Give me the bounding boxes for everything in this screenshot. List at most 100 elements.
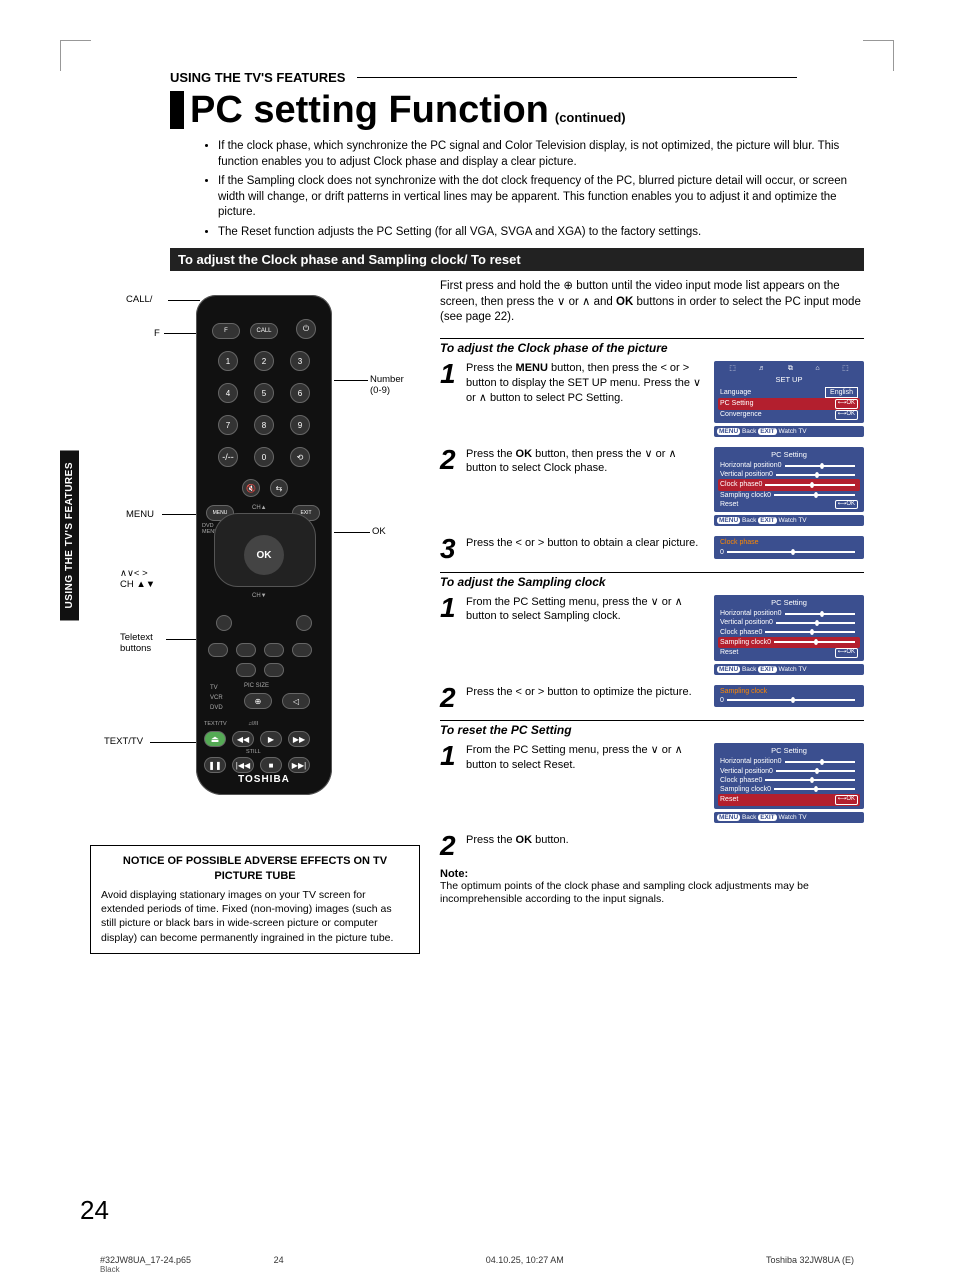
remote-brand: TOSHIBA xyxy=(196,774,332,785)
osd-pc-reset: PC Setting Horizontal position0 Vertical… xyxy=(714,743,864,823)
remote-key-2: 2 xyxy=(254,351,274,371)
osd-setup: ⬚♬⧉⌂⬚ SET UP LanguageEnglish PC Setting⟷… xyxy=(714,361,864,437)
remote-key-1: 1 xyxy=(218,351,238,371)
remote-cha-label: CH▲ xyxy=(252,505,267,512)
title-suffix: (continued) xyxy=(555,110,626,125)
osd-bar-sampling: Sampling clock 0 xyxy=(714,685,864,710)
remote-texttv-label: TEXT/TV xyxy=(204,721,227,727)
notice-heading: NOTICE OF POSSIBLE ADVERSE EFFECTS ON TV… xyxy=(101,854,409,884)
remote-tt-4 xyxy=(292,643,312,657)
bullet-item: If the Sampling clock does not synchroni… xyxy=(218,174,864,221)
step-number: 1 xyxy=(440,595,466,675)
remote-eject-button: ⏏ xyxy=(204,731,226,747)
step-number: 2 xyxy=(440,447,466,527)
remote-call-button: CALL xyxy=(250,323,278,339)
remote-rew-button: ◀◀ xyxy=(232,731,254,747)
subhead-clock-phase: To adjust the Clock phase of the picture xyxy=(440,338,864,355)
footer-black: Black xyxy=(100,1265,284,1274)
note-text: The optimum points of the clock phase an… xyxy=(440,880,864,907)
footer-file: #32JW8UA_17-24.p65 xyxy=(100,1255,191,1265)
remote-dvd-label: DVD xyxy=(210,705,223,712)
intro-bullets: If the clock phase, which synchronize th… xyxy=(178,139,864,240)
osd-pc-sampling: PC Setting Horizontal position0 Vertical… xyxy=(714,595,864,675)
step-text: Press the < or > button to optimize the … xyxy=(466,685,714,710)
remote-power-button: ⏻ xyxy=(296,319,316,339)
remote-next-button: ▶▶| xyxy=(288,757,310,773)
notice-box: NOTICE OF POSSIBLE ADVERSE EFFECTS ON TV… xyxy=(90,845,420,953)
remote-tv-label: TV xyxy=(210,685,218,692)
step-text: From the PC Setting menu, press the ∨ or… xyxy=(466,595,714,675)
footer-date: 04.10.25, 10:27 AM xyxy=(486,1255,564,1274)
step: 2 Press the < or > button to optimize th… xyxy=(440,685,864,710)
remote-pause-button: ❚❚ xyxy=(204,757,226,773)
remote-tt-6 xyxy=(264,663,284,677)
remote-picsize-button: ⊕ xyxy=(244,693,272,709)
label-f: F xyxy=(154,329,160,339)
remote-aux-button: ◁ xyxy=(282,693,310,709)
remote-f-button: F xyxy=(212,323,240,339)
step: 2 Press the OK button. xyxy=(440,833,864,858)
remote-swap-button: ⇆ xyxy=(270,479,288,497)
remote-chv-label: CH▼ xyxy=(252,593,267,600)
osd-bar-clock: Clock phase 0 xyxy=(714,536,864,561)
remote-key-4: 4 xyxy=(218,383,238,403)
label-menu: MENU xyxy=(126,510,154,520)
step: 1 From the PC Setting menu, press the ∨ … xyxy=(440,743,864,823)
remote-key-0: 0 xyxy=(254,447,274,467)
bullet-item: The Reset function adjusts the PC Settin… xyxy=(218,225,864,241)
step-text: From the PC Setting menu, press the ∨ or… xyxy=(466,743,714,823)
subhead-reset: To reset the PC Setting xyxy=(440,720,864,737)
step-number: 1 xyxy=(440,743,466,823)
step: 2 Press the OK button, then press the ∨ … xyxy=(440,447,864,527)
remote-tt-2 xyxy=(236,643,256,657)
remote-tt-1 xyxy=(208,643,228,657)
label-number: Number (0-9) xyxy=(370,375,404,396)
step-number: 2 xyxy=(440,685,466,710)
lead-text: First press and hold the ⊕ button until … xyxy=(440,279,864,326)
step: 1 Press the MENU button, then press the … xyxy=(440,361,864,437)
remote-key-8: 8 xyxy=(254,415,274,435)
footer-model: Toshiba 32JW8UA (E) xyxy=(766,1255,854,1274)
remote-picsize-label: PIC SIZE xyxy=(244,683,269,690)
remote-play-button: ▶ xyxy=(260,731,282,747)
remote-tt-3 xyxy=(264,643,284,657)
remote-tt-5 xyxy=(236,663,256,677)
footer-page: 24 xyxy=(274,1255,284,1265)
remote-key-5: 5 xyxy=(254,383,274,403)
remote-diagram: CALL/ F MENU ∧∨< > CH ▲▼ Teletext button… xyxy=(90,295,410,815)
label-arrows: ∧∨< > CH ▲▼ xyxy=(120,569,155,590)
remote-ff-button: ▶▶ xyxy=(288,731,310,747)
remote-btn-s1 xyxy=(216,615,232,631)
notice-body: Avoid displaying stationary images on yo… xyxy=(101,888,409,945)
remote-prev-button: |◀◀ xyxy=(232,757,254,773)
label-ok: OK xyxy=(372,527,386,537)
step-text: Press the MENU button, then press the < … xyxy=(466,361,714,437)
step-text: Press the < or > button to obtain a clea… xyxy=(466,536,714,561)
osd-pc-clock: PC Setting Horizontal position0 Vertical… xyxy=(714,447,864,527)
page-footer: #32JW8UA_17-24.p65 24 Black 04.10.25, 10… xyxy=(100,1255,854,1274)
label-call: CALL/ xyxy=(126,295,152,305)
remote-key-digits: -/-- xyxy=(218,447,238,467)
remote-key-9: 9 xyxy=(290,415,310,435)
remote-key-3: 3 xyxy=(290,351,310,371)
section-kicker: USING THE TV'S FEATURES xyxy=(170,70,345,85)
label-texttv: TEXT/TV xyxy=(104,737,143,747)
step-text: Press the OK button. xyxy=(466,833,714,858)
remote-input-button: ⟲ xyxy=(290,447,310,467)
note-heading: Note: xyxy=(440,868,864,880)
step-text: Press the OK button, then press the ∨ or… xyxy=(466,447,714,527)
remote-still-label: STILL xyxy=(246,749,261,755)
label-teletext: Teletext buttons xyxy=(120,633,153,654)
remote-btn-s2 xyxy=(296,615,312,631)
step: 3 Press the < or > button to obtain a cl… xyxy=(440,536,864,561)
bullet-item: If the clock phase, which synchronize th… xyxy=(218,139,864,170)
remote-audio-label: ♫I/II xyxy=(248,721,258,727)
remote-key-7: 7 xyxy=(218,415,238,435)
step-number: 3 xyxy=(440,536,466,561)
step: 1 From the PC Setting menu, press the ∨ … xyxy=(440,595,864,675)
remote-vcr-label: VCR xyxy=(210,695,223,702)
page-number: 24 xyxy=(80,1195,109,1226)
step-number: 1 xyxy=(440,361,466,437)
remote-mute-button: 🔇 xyxy=(242,479,260,497)
side-tab: USING THE TV'S FEATURES xyxy=(60,450,79,620)
